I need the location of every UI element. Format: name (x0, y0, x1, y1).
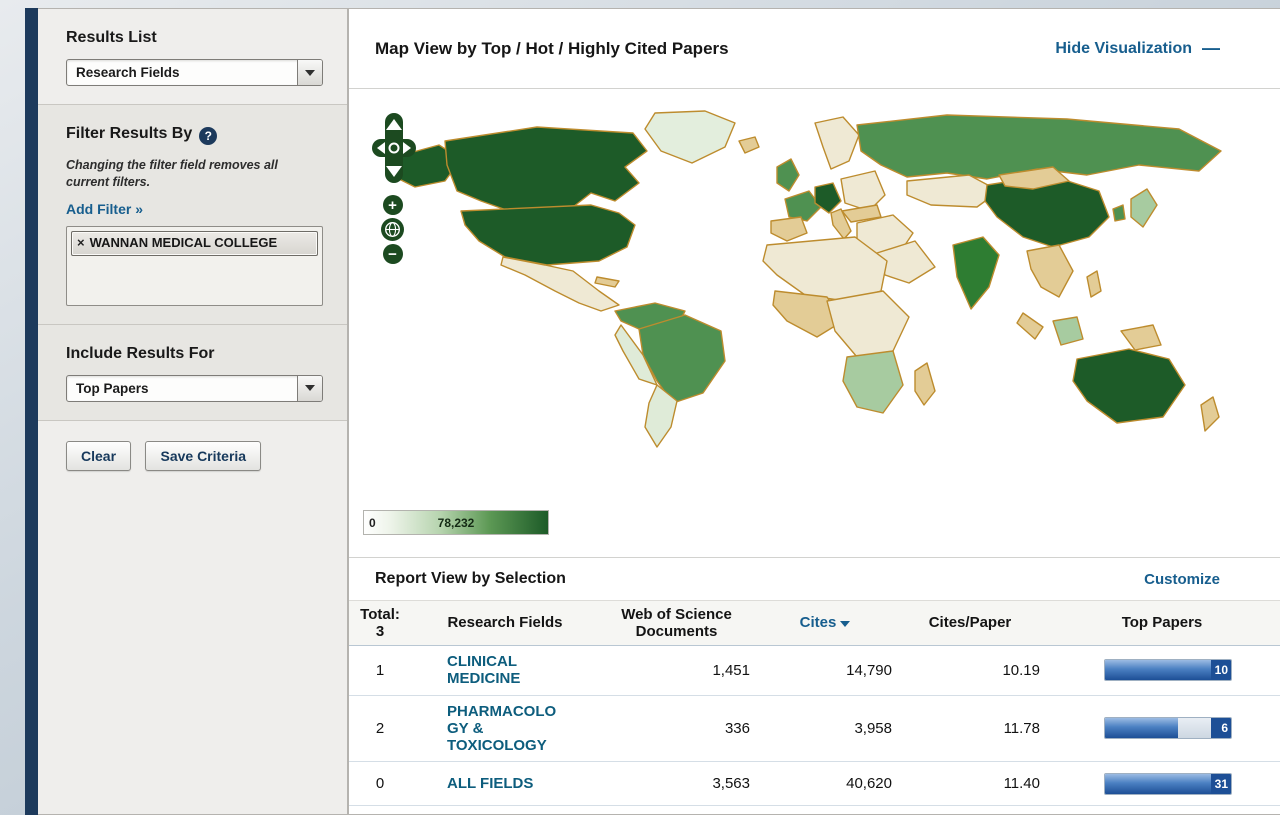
map-pan-control[interactable] (371, 111, 417, 185)
table-row: 0 ALL FIELDS 3,563 40,620 11.40 31 (349, 762, 1280, 806)
active-filters-box: × WANNAN MEDICAL COLLEGE (66, 226, 323, 306)
bar-fill (1105, 718, 1178, 738)
field-link[interactable]: CLINICAL MEDICINE (447, 653, 559, 688)
row-cites: 3,958 (754, 720, 896, 737)
total-label: Total: (349, 606, 411, 623)
map-zoom-control: + − (381, 195, 404, 264)
row-rank: 0 (349, 775, 411, 792)
report-header: Report View by Selection Customize (349, 558, 1280, 600)
include-results-section: Include Results For Top Papers (38, 325, 347, 421)
filter-note: Changing the filter field removes all cu… (66, 157, 323, 191)
save-criteria-button[interactable]: Save Criteria (145, 441, 261, 471)
dropdown-button[interactable] (297, 60, 322, 85)
row-documents: 3,563 (599, 775, 754, 792)
hide-visualization-link[interactable]: Hide Visualization — (1055, 38, 1220, 59)
chevron-down-icon (305, 385, 315, 391)
sort-desc-icon (840, 621, 850, 627)
zoom-in-button[interactable]: + (383, 195, 403, 215)
remove-filter-icon[interactable]: × (77, 235, 85, 251)
chevron-down-icon (305, 70, 315, 76)
report-title: Report View by Selection (375, 570, 566, 588)
table-header-row: Total: 3 Research Fields Web of Science … (349, 600, 1280, 646)
results-list-dropdown-value: Research Fields (67, 65, 297, 80)
legend-max: 78,232 (438, 516, 475, 530)
world-map[interactable] (387, 107, 1253, 453)
include-results-title: Include Results For (66, 345, 323, 363)
zoom-out-button[interactable]: − (383, 244, 403, 264)
filter-chip[interactable]: × WANNAN MEDICAL COLLEGE (71, 231, 318, 257)
row-documents: 336 (599, 720, 754, 737)
screen: Results List Research Fields Filter Resu… (0, 0, 1280, 815)
column-cites[interactable]: Cites (754, 614, 896, 631)
globe-icon[interactable] (381, 218, 404, 241)
row-rank: 1 (349, 662, 411, 679)
legend-min: 0 (369, 516, 376, 530)
row-rank: 2 (349, 720, 411, 737)
total-header: Total: 3 (349, 606, 411, 641)
bar-fill (1105, 774, 1226, 794)
include-results-dropdown[interactable]: Top Papers (66, 375, 323, 402)
help-icon[interactable]: ? (199, 127, 217, 145)
top-papers-value: 31 (1211, 774, 1231, 794)
map-header: Map View by Top / Hot / Highly Cited Pap… (349, 9, 1280, 89)
map-legend: 0 78,232 (363, 510, 549, 535)
row-cites-per-paper: 11.78 (896, 720, 1044, 737)
top-papers-value: 6 (1211, 718, 1231, 738)
column-cites-per-paper: Cites/Paper (896, 614, 1044, 631)
sidebar: Results List Research Fields Filter Resu… (38, 8, 348, 815)
results-list-section: Results List Research Fields (38, 9, 347, 105)
row-cites: 40,620 (754, 775, 896, 792)
field-link[interactable]: ALL FIELDS (447, 775, 559, 792)
include-results-dropdown-value: Top Papers (67, 381, 297, 396)
collapse-icon: — (1202, 38, 1220, 59)
table-row: 2 PHARMACOLOGY & TOXICOLOGY 336 3,958 11… (349, 696, 1280, 763)
row-cites-per-paper: 10.19 (896, 662, 1044, 679)
column-research-fields: Research Fields (411, 614, 599, 631)
column-top-papers: Top Papers (1044, 614, 1280, 631)
field-link[interactable]: PHARMACOLOGY & TOXICOLOGY (447, 703, 559, 755)
map-title: Map View by Top / Hot / Highly Cited Pap… (375, 39, 729, 59)
table-row: 1 CLINICAL MEDICINE 1,451 14,790 10.19 1… (349, 646, 1280, 696)
main-panel: Map View by Top / Hot / Highly Cited Pap… (348, 8, 1280, 815)
clear-button[interactable]: Clear (66, 441, 131, 471)
filter-section: Filter Results By? Changing the filter f… (38, 105, 347, 325)
dropdown-button[interactable] (297, 376, 322, 401)
sidebar-actions: Clear Save Criteria (38, 421, 347, 491)
add-filter-link[interactable]: Add Filter » (66, 201, 143, 217)
report-table: Total: 3 Research Fields Web of Science … (349, 600, 1280, 806)
top-papers-bar: 6 (1104, 717, 1232, 739)
results-list-dropdown[interactable]: Research Fields (66, 59, 323, 86)
row-cites: 14,790 (754, 662, 896, 679)
filter-chip-label: WANNAN MEDICAL COLLEGE (90, 235, 278, 251)
filter-section-title: Filter Results By? (66, 125, 323, 145)
hide-visualization-label: Hide Visualization (1055, 40, 1192, 58)
total-value: 3 (349, 623, 411, 640)
filter-title-text: Filter Results By (66, 125, 192, 142)
row-documents: 1,451 (599, 662, 754, 679)
top-papers-value: 10 (1211, 660, 1231, 680)
left-edge-strip (25, 8, 38, 815)
row-cites-per-paper: 11.40 (896, 775, 1044, 792)
bar-fill (1105, 660, 1226, 680)
top-papers-bar: 31 (1104, 773, 1232, 795)
customize-link[interactable]: Customize (1144, 571, 1220, 588)
column-documents: Web of Science Documents (599, 606, 754, 641)
results-list-title: Results List (66, 29, 323, 47)
map-area: + − 0 78,232 (349, 89, 1280, 558)
top-papers-bar: 10 (1104, 659, 1232, 681)
